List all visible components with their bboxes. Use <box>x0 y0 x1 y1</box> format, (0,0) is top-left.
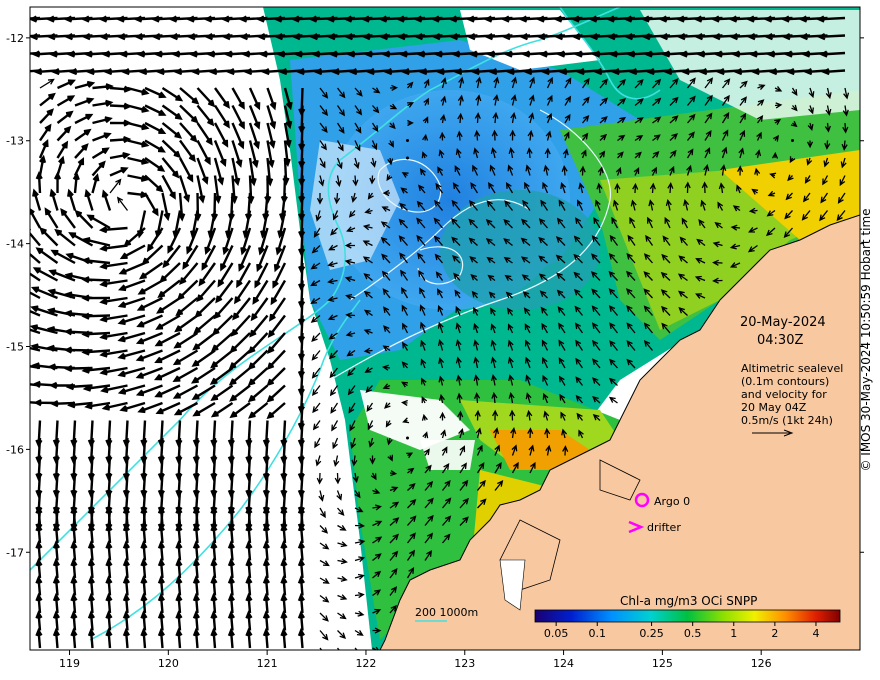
colorbar-tick-label: 1 <box>730 627 737 640</box>
velocity-arrow <box>406 156 409 160</box>
lon-tick-label: 126 <box>751 657 772 670</box>
legend-line-5: 0.5m/s (1kt 24h) <box>741 414 833 427</box>
lon-tick-label: 123 <box>454 657 475 670</box>
lon-tick-label: 122 <box>355 657 376 670</box>
bathymetry-legend-label: 200 1000m <box>415 606 478 619</box>
lat-tick-label: -13 <box>6 135 24 148</box>
colorbar-tick-label: 0.05 <box>544 627 569 640</box>
lat-tick-label: -15 <box>6 341 24 354</box>
lon-tick-label: 119 <box>59 657 80 670</box>
legend-line-4: 20 May 04Z <box>741 401 807 414</box>
map-figure: Argo 0 drifter 20-May-2024 04:30Z Altime… <box>6 6 864 670</box>
drifter-label: drifter <box>647 521 681 534</box>
lat-tick-label: -17 <box>6 546 24 559</box>
lat-tick-label: -12 <box>6 32 24 45</box>
longitude-axis: 119 120 121 122 123 124 125 126 <box>59 650 772 670</box>
velocity-arrow <box>791 139 794 142</box>
map-date: 20-May-2024 <box>740 315 826 330</box>
lon-tick-label: 120 <box>158 657 179 670</box>
colorbar-tick-label: 4 <box>812 627 819 640</box>
colorbar-title: Chl-a mg/m3 OCi SNPP <box>620 594 757 608</box>
bathymetry-legend: 200 1000m <box>415 606 478 622</box>
legend-line-3: and velocity for <box>741 388 827 401</box>
colorbar-tick-label: 2 <box>771 627 778 640</box>
map-time: 04:30Z <box>757 333 803 348</box>
map-plot-area: Argo 0 drifter 20-May-2024 04:30Z Altime… <box>30 7 860 650</box>
lat-tick-label: -16 <box>6 443 24 456</box>
legend-line-1: Altimetric sealevel <box>741 362 843 375</box>
velocity-arrow <box>406 139 409 142</box>
colorbar-tick-label: 0.25 <box>639 627 664 640</box>
lon-tick-label: 124 <box>553 657 574 670</box>
colorbar-tick-label: 0.1 <box>588 627 606 640</box>
colorbar-tick-label: 0.5 <box>684 627 702 640</box>
velocity-arrow <box>406 436 409 440</box>
argo-label: Argo 0 <box>654 495 690 508</box>
legend-line-2: (0.1m contours) <box>741 375 829 388</box>
credit-text: © IMOS 30-May-2024 10:50:59 Hobart time <box>859 208 873 472</box>
lat-tick-label: -14 <box>6 238 24 251</box>
lon-tick-label: 121 <box>257 657 278 670</box>
lon-tick-label: 125 <box>652 657 673 670</box>
